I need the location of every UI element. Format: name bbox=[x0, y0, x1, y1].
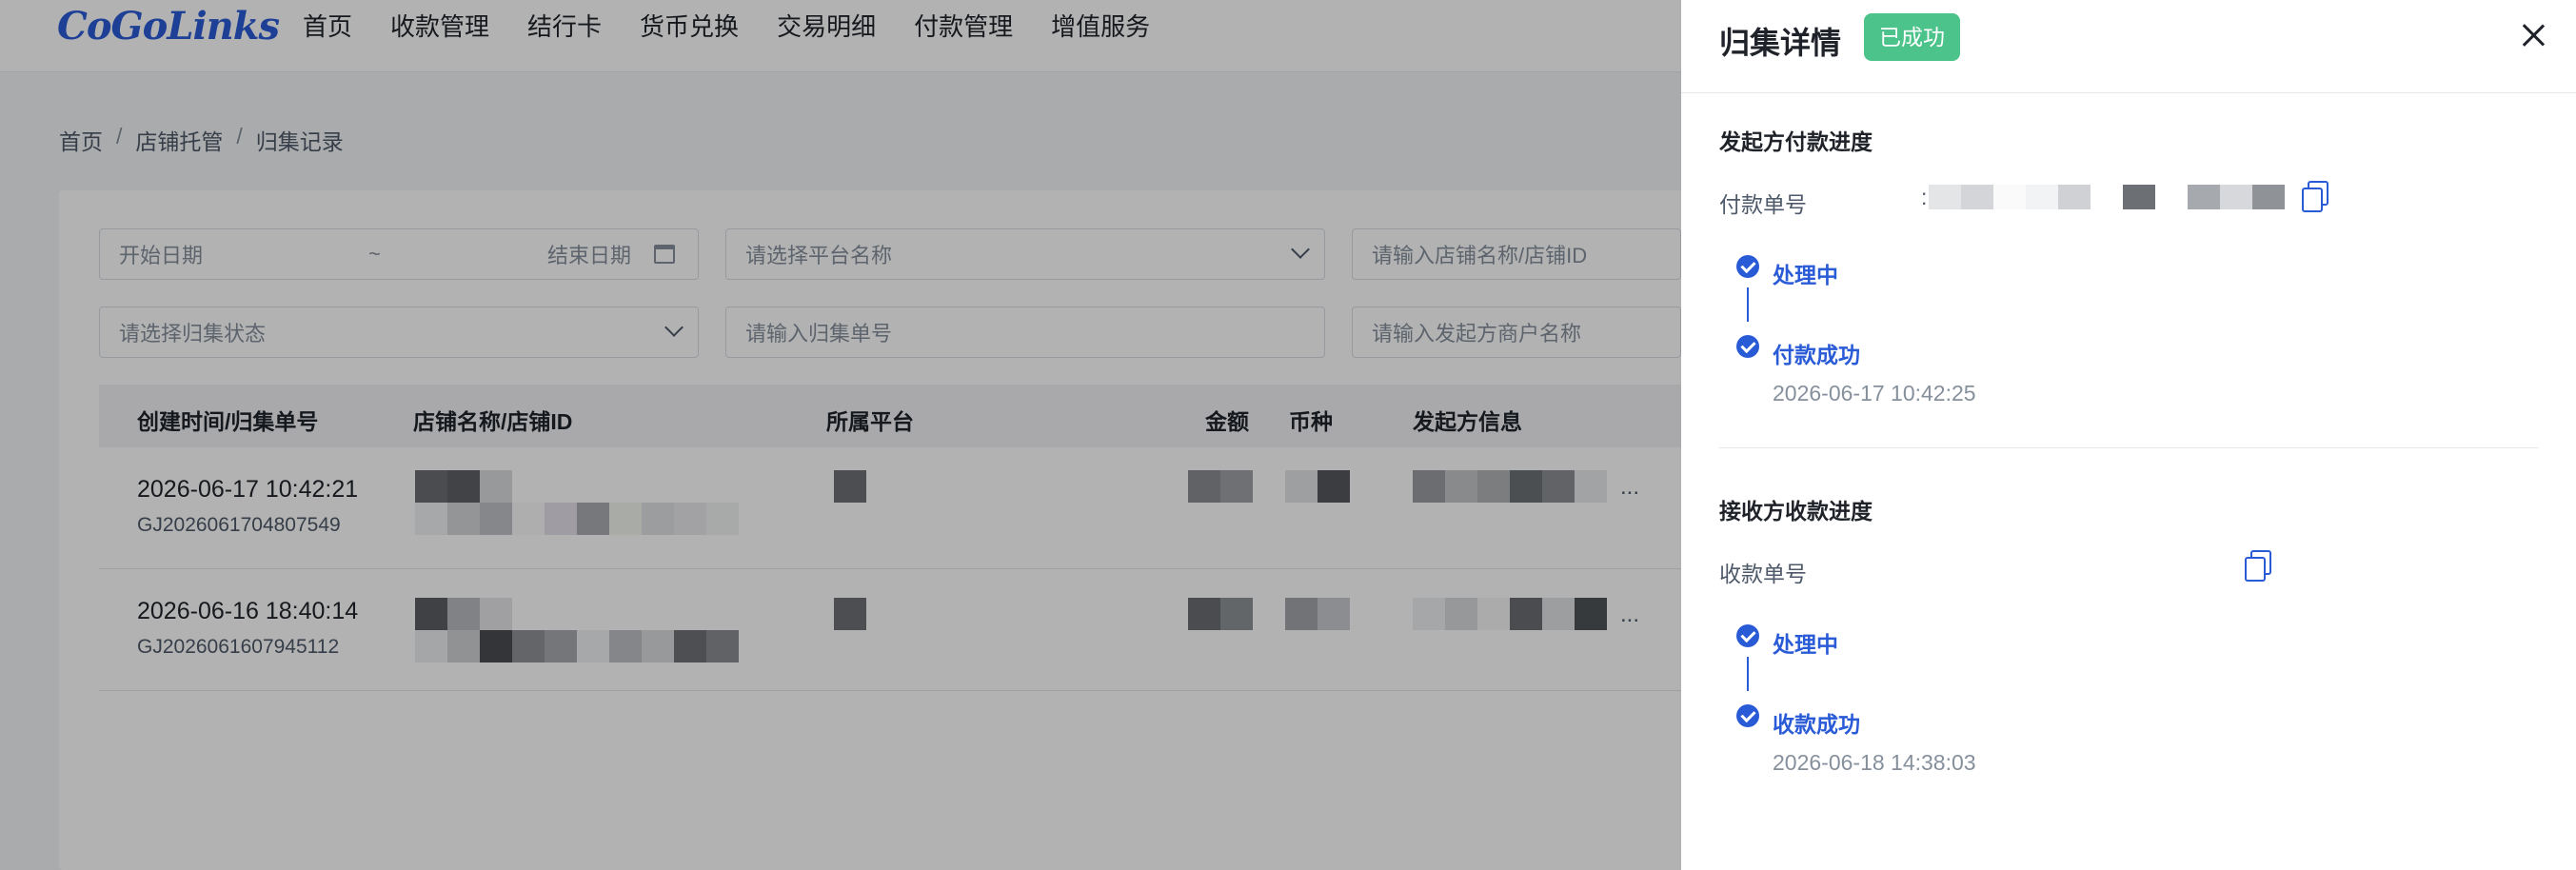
receiver-success-time: 2026-06-18 14:38:03 bbox=[1773, 750, 1976, 775]
receiver-step-processing: 处理中 bbox=[1773, 632, 1838, 657]
payment-no-prefix: : bbox=[1921, 185, 1928, 209]
copy-payment-no-icon[interactable] bbox=[2302, 181, 2328, 212]
payer-progress-title: 发起方付款进度 bbox=[1719, 129, 1873, 154]
check-circle-icon bbox=[1736, 624, 1759, 647]
drawer-header: 归集详情 已成功 bbox=[1681, 0, 2576, 93]
drawer-title: 归集详情 bbox=[1719, 26, 1842, 60]
payer-step-processing: 处理中 bbox=[1773, 263, 1838, 287]
check-circle-icon bbox=[1736, 255, 1759, 278]
step-connector bbox=[1747, 287, 1749, 322]
receiver-progress-title: 接收方收款进度 bbox=[1719, 499, 1873, 524]
status-badge: 已成功 bbox=[1864, 13, 1960, 61]
payer-step-success: 付款成功 bbox=[1773, 343, 1860, 367]
check-circle-icon bbox=[1736, 335, 1759, 358]
receipt-no-label: 收款单号 bbox=[1719, 562, 1807, 586]
collection-detail-drawer: 归集详情 已成功 发起方付款进度 付款单号 : 处理中 付款成功 2026-06… bbox=[1681, 0, 2576, 870]
check-circle-icon bbox=[1736, 704, 1759, 727]
section-divider bbox=[1719, 447, 2538, 448]
payer-success-time: 2026-06-17 10:42:25 bbox=[1773, 381, 1976, 405]
receiver-step-success: 收款成功 bbox=[1773, 712, 1860, 737]
close-icon[interactable] bbox=[2519, 21, 2547, 49]
payment-no-label: 付款单号 bbox=[1719, 192, 1807, 217]
step-connector bbox=[1747, 657, 1749, 691]
copy-receipt-no-icon[interactable] bbox=[2245, 550, 2271, 582]
redacted-payment-no bbox=[1929, 185, 2285, 209]
